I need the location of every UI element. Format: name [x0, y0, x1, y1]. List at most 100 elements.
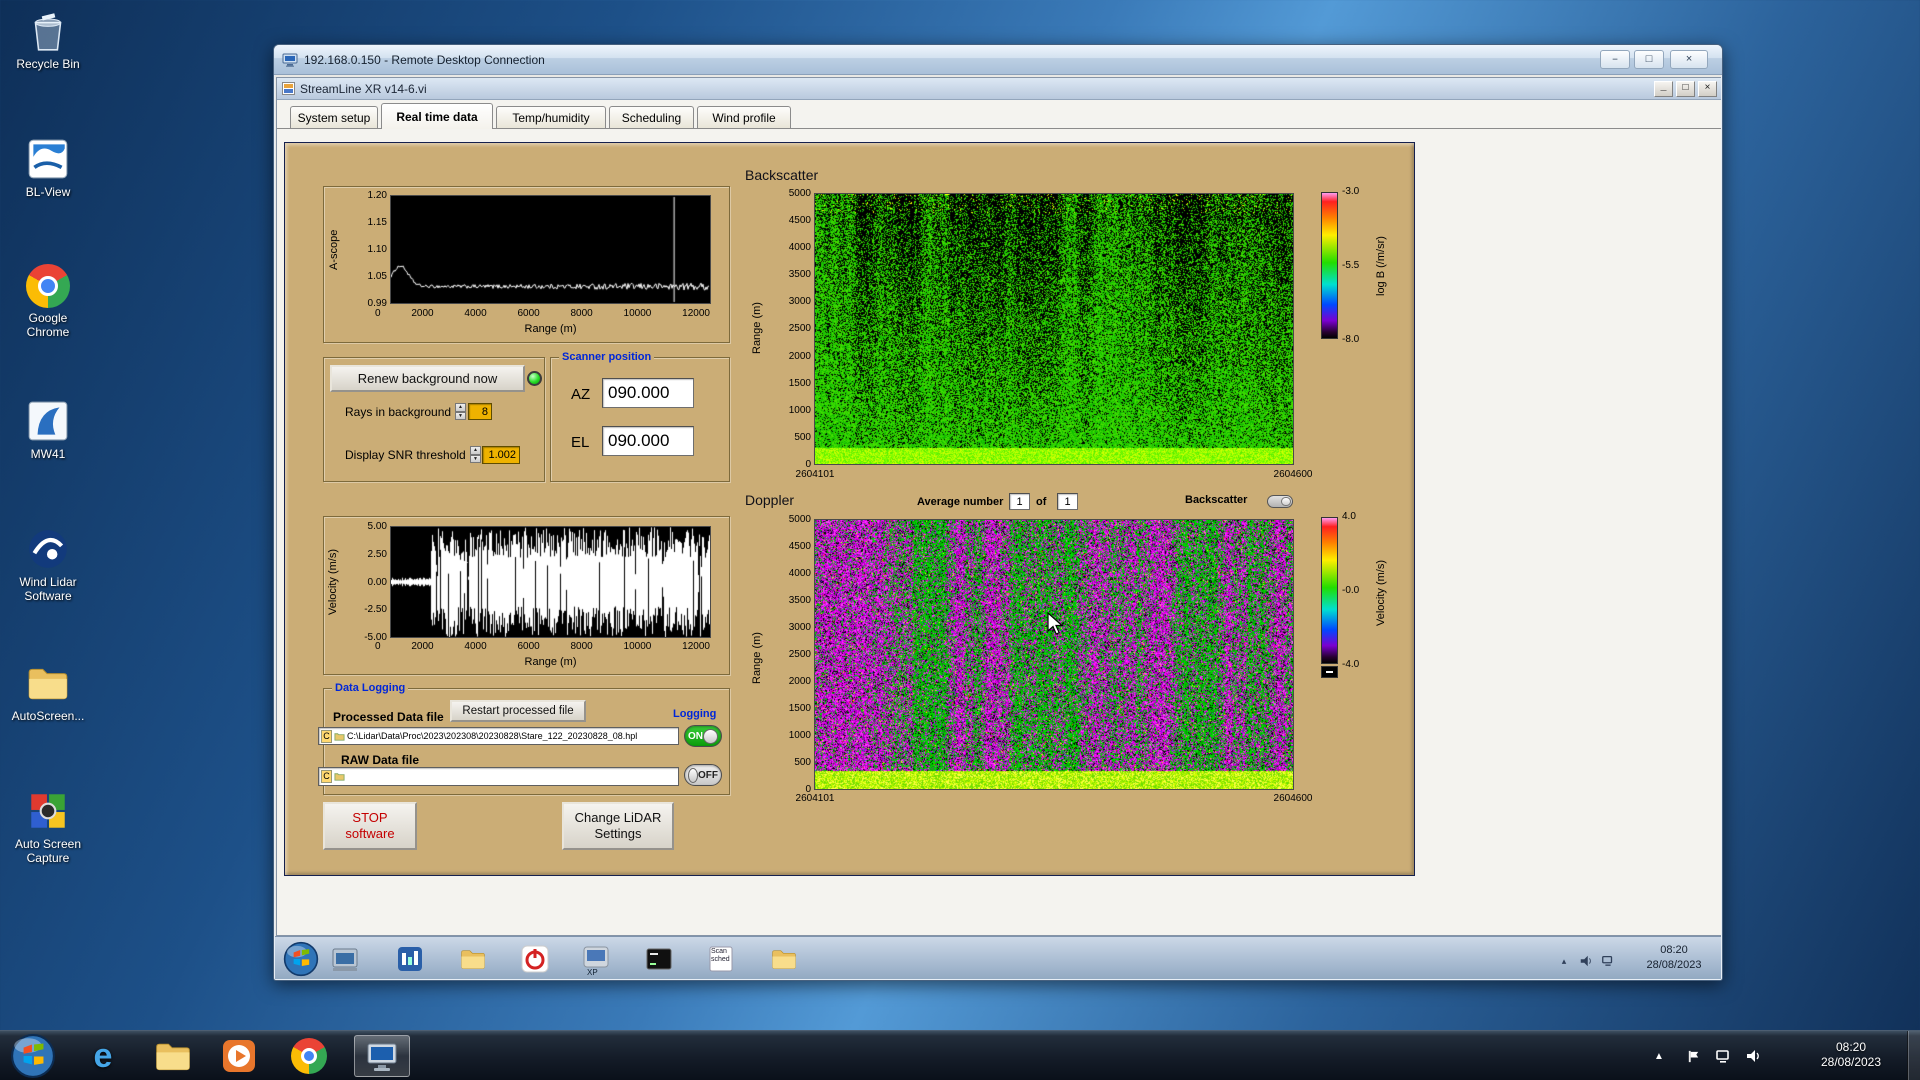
rdp-minimize-button[interactable]: –	[1600, 50, 1630, 69]
remote-tray-arrow-icon[interactable]: ▴	[1555, 952, 1573, 970]
desktop-icon-auto-screen-capture[interactable]: Auto Screen Capture	[0, 788, 96, 865]
wind-lidar-icon	[29, 530, 67, 568]
processed-data-file-label: Processed Data file	[333, 710, 444, 724]
labview-close-button[interactable]: ×	[1698, 81, 1717, 97]
processed-logging-toggle[interactable]: ON	[684, 725, 722, 747]
desktop-icon-recycle-bin[interactable]: Recycle Bin	[0, 8, 96, 71]
tick-label: 500	[794, 431, 811, 443]
average-total-field[interactable]: 1	[1057, 493, 1078, 510]
labview-window: StreamLine XR v14-6.vi _ □ × System setu…	[276, 77, 1721, 936]
start-button[interactable]	[10, 1033, 56, 1079]
processed-data-file-path[interactable]: C C:\Lidar\Data\Proc\2023\202308\2023082…	[318, 727, 679, 745]
remote-taskbar-power-off-icon[interactable]	[519, 943, 551, 975]
processed-path-text: C:\Lidar\Data\Proc\2023\202308\20230828\…	[347, 731, 638, 741]
ascope-x-axis-ticks: 0 2000 4000 6000 8000 10000 12000	[375, 308, 710, 319]
remote-tray-network-icon[interactable]	[1599, 952, 1617, 970]
rdp-maximize-button[interactable]: □	[1634, 50, 1664, 69]
remote-taskbar-terminal-icon[interactable]	[643, 943, 675, 975]
doppler-colorbar-label: Velocity (m/s)	[1375, 560, 1387, 627]
button-label: Renew background now	[357, 370, 498, 386]
remote-clock[interactable]: 08:20 28/08/2023	[1627, 943, 1721, 973]
rdp-titlebar[interactable]: 192.168.0.150 - Remote Desktop Connectio…	[274, 45, 1722, 75]
rays-value: 8	[481, 405, 488, 418]
labview-restore-button[interactable]: □	[1676, 81, 1695, 97]
change-lidar-settings-button[interactable]: Change LiDAR Settings	[562, 802, 674, 850]
desktop-icon-autoscreen-folder[interactable]: AutoScreen...	[0, 660, 96, 723]
desktop-icon-mw41[interactable]: MW41	[0, 398, 96, 461]
remote-start-button[interactable]	[283, 941, 319, 977]
remote-tray-volume-icon[interactable]	[1577, 952, 1595, 970]
desktop-icon-label: BL-View	[25, 185, 71, 199]
tick-label: 2500	[788, 649, 811, 660]
scan-label: Scan	[711, 948, 727, 955]
snr-value-field[interactable]: 1.002	[482, 446, 520, 464]
path-browse-icon	[334, 732, 345, 741]
taskbar-chrome-icon[interactable]	[286, 1035, 332, 1077]
tray-action-center-icon[interactable]	[1684, 1047, 1702, 1065]
backscatter-x-end: 2604600	[1273, 469, 1313, 480]
average-number-field[interactable]: 1	[1009, 493, 1030, 510]
remote-taskbar-xp-icon[interactable]: XP	[580, 943, 612, 977]
tab-label: Temp/humidity	[512, 110, 590, 125]
raw-logging-toggle[interactable]: OFF	[684, 764, 722, 786]
tick-label: 1.20	[367, 190, 387, 201]
tick-label: 12000	[682, 308, 710, 319]
restart-processed-file-button[interactable]: Restart processed file	[450, 700, 586, 722]
tray-volume-icon[interactable]	[1744, 1047, 1762, 1065]
show-desktop-button[interactable]	[1907, 1031, 1920, 1080]
remote-taskbar-monitor-app-icon[interactable]	[394, 943, 426, 975]
rdp-window-title: 192.168.0.150 - Remote Desktop Connectio…	[304, 52, 545, 67]
auto-screen-capture-icon	[31, 794, 65, 828]
backscatter-heatmap	[815, 194, 1293, 464]
of-label: of	[1036, 496, 1047, 508]
rays-value-field[interactable]: 8	[468, 403, 492, 420]
stop-software-button[interactable]: STOP software	[323, 802, 417, 850]
snr-spinner[interactable]: ▲ ▼	[470, 446, 481, 463]
taskbar-explorer-icon[interactable]	[150, 1035, 196, 1077]
velocity-graph-group: Velocity (m/s) 5.00 2.50 0.00 -2.50 -5.00 02…	[323, 516, 730, 675]
az-value-field[interactable]: 090.000	[602, 378, 694, 408]
tick-label: 6000	[517, 641, 540, 652]
tick-label: 4000	[464, 308, 487, 319]
remote-taskbar-explorer-icon[interactable]	[768, 943, 800, 975]
tab-wind-profile[interactable]: Wind profile	[697, 106, 791, 128]
el-value-field[interactable]: 090.000	[602, 426, 694, 456]
taskbar-clock[interactable]: 08:20 28/08/2023	[1796, 1040, 1906, 1070]
desktop-icon-bl-view[interactable]: BL-View	[0, 136, 96, 199]
desktop-icon-google-chrome[interactable]: Google Chrome	[0, 264, 96, 339]
labview-titlebar[interactable]: StreamLine XR v14-6.vi _ □ ×	[277, 78, 1721, 100]
tab-real-time-data[interactable]: Real time data	[381, 103, 493, 129]
taskbar-media-player-icon[interactable]	[216, 1035, 262, 1077]
minimize-glyph: –	[1611, 53, 1619, 66]
raw-data-file-path[interactable]: C	[318, 767, 679, 786]
remote-taskbar-app-window-icon[interactable]	[329, 943, 361, 975]
labview-minimize-button[interactable]: _	[1654, 81, 1673, 97]
taskbar-rdp-button-active[interactable]	[354, 1035, 410, 1077]
tray-network-icon[interactable]	[1714, 1047, 1732, 1065]
desktop-icon-wind-lidar[interactable]: Wind Lidar Software	[0, 526, 96, 603]
rdp-close-button[interactable]: ×	[1670, 50, 1708, 69]
backscatter-x-start: 2604101	[795, 469, 835, 480]
tick-label: -5.5	[1342, 260, 1360, 271]
taskbar-ie-icon[interactable]: e	[80, 1035, 126, 1077]
tab-system-setup[interactable]: System setup	[290, 106, 378, 128]
backscatter-display-toggle[interactable]	[1267, 495, 1293, 508]
remote-taskbar-scan-sched-icon[interactable]: Scan sched	[705, 943, 737, 975]
rays-spinner[interactable]: ▲ ▼	[455, 403, 466, 420]
az-label: AZ	[571, 386, 591, 403]
tab-scheduling[interactable]: Scheduling	[609, 106, 694, 128]
tick-label: 1500	[788, 377, 811, 389]
remote-taskbar-folder-app-icon[interactable]	[457, 943, 489, 975]
average-total-value: 1	[1064, 495, 1071, 508]
minimize-glyph: _	[1660, 83, 1667, 94]
snr-value: 1.002	[488, 449, 516, 461]
desktop-icon-label: Google Chrome	[26, 311, 70, 339]
restore-glyph: □	[1682, 83, 1689, 94]
tray-show-hidden-icon[interactable]: ▲	[1650, 1047, 1668, 1065]
ascope-x-axis-label: Range (m)	[524, 323, 577, 335]
tick-label: 4.0	[1342, 511, 1356, 522]
tab-temp-humidity[interactable]: Temp/humidity	[496, 106, 606, 128]
close-glyph: ×	[1685, 53, 1693, 66]
renew-background-button[interactable]: Renew background now	[330, 365, 525, 392]
sched-label: sched	[711, 956, 730, 963]
